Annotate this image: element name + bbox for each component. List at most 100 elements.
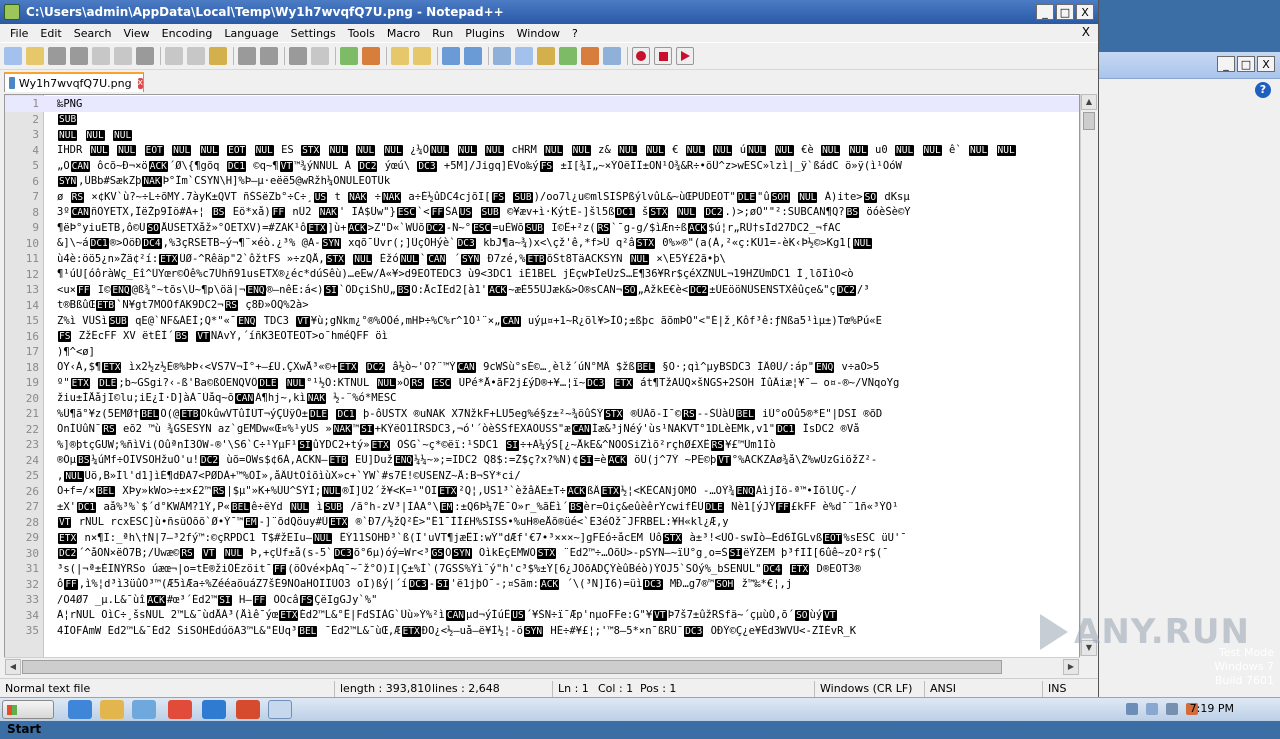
menu-macro[interactable]: Macro <box>381 27 426 40</box>
maximize-button[interactable]: □ <box>1056 4 1074 20</box>
network-tray-icon[interactable] <box>1126 703 1138 715</box>
editor-line[interactable]: 12 ¶¹úÜ[óôràWç_Èî^ÜYœr©Ôê%c7Ühñ91usETX®¿é… <box>5 267 1079 283</box>
start-button[interactable]: Start <box>2 700 54 736</box>
editor-line[interactable]: 32 ô FF ,ì%¦d³ì3üûÓ³™(Æ5ìÆa÷%ZééaöuáZ7šÉ9NÕ… <box>5 577 1079 593</box>
close-icon[interactable] <box>92 47 110 65</box>
editor-line[interactable]: 30 DC2 ´^åÕÑ×ëÔ7B;/Üwæ© RS VT NUL Þ,+çÛf±å(… <box>5 546 1079 562</box>
paste-icon[interactable] <box>209 47 227 65</box>
editor-line[interactable]: 20 žiu±ÌÅåjI©lu;iE¿Í·D]àÀ¯Ùåq~õ CAN Ä¶hj~,k… <box>5 391 1079 407</box>
close-document-button[interactable]: X <box>1082 25 1090 39</box>
save-all-icon[interactable] <box>70 47 88 65</box>
editor-line[interactable]: 1 ‰PNG <box>5 96 1079 112</box>
editor-line[interactable]: 9 ¶ëÞ°yiuETB,ô©Ü SO ÅUSETXåž»°ÕETXV)=#ZÃK¹ô… <box>5 220 1079 236</box>
minimize-button[interactable]: _ <box>1036 4 1054 20</box>
editor-line[interactable]: 7 ø RS ×¢KV`ù?~÷L÷õMY.7àyK±QVT ñŠSëZb°÷C… <box>5 189 1079 205</box>
taskbar-clock[interactable]: 7:19 PM <box>1190 702 1234 715</box>
editor-line[interactable]: 17)¶^<ø] <box>5 344 1079 360</box>
editor-line[interactable]: 31 ³s(|¬ª±ÈÏÑÝRSo úæœ¬|o=tE®žiÕÉzöit¯ FF (ö… <box>5 561 1079 577</box>
bg-close-button[interactable]: X <box>1257 56 1275 72</box>
menu-view[interactable]: View <box>118 27 156 40</box>
status-insert-mode[interactable]: INS <box>1048 682 1066 695</box>
ie-icon[interactable] <box>68 700 92 719</box>
display-tray-icon[interactable] <box>1146 703 1158 715</box>
editor-line[interactable]: 19 º" ETX DLE ;b~GSgi?‹-ß'Ba©ßÕENQVÔ DLE NUL… <box>5 375 1079 391</box>
redo-icon[interactable] <box>260 47 278 65</box>
menu-settings[interactable]: Settings <box>285 27 342 40</box>
editor-line[interactable]: 16 FS ZžËcFF XV ëtÈÌ´ BS VT ÑÃvŸ,´íñK3EOTEO… <box>5 329 1079 345</box>
editor-line[interactable]: 2 SUB <box>5 112 1079 128</box>
word-wrap-icon[interactable] <box>442 47 460 65</box>
bg-minimize-button[interactable]: _ <box>1217 56 1235 72</box>
editor-line[interactable]: 13 <u× FF I© ENQ @ß¾°~tõs\Ú~¶p\öä|¬ ENQ ®—nêË:… <box>5 282 1079 298</box>
editor-line[interactable]: 21 %Ü¶ã°¥z(5EMØ† BEL Ö(@ ETB ÕkûwVTûÌÙT¬ýÇÙÿÒ… <box>5 406 1079 422</box>
cut-icon[interactable] <box>165 47 183 65</box>
editor-line[interactable]: 27 ±X' DC1 aå%³%`$´d°KWÀM?1Ý,P« BEL ê÷ëYd NU… <box>5 499 1079 515</box>
zoom-in-icon[interactable] <box>340 47 358 65</box>
save-icon[interactable] <box>48 47 66 65</box>
folder-workspace-icon[interactable] <box>581 47 599 65</box>
close-button[interactable]: X <box>1076 4 1094 20</box>
close-all-icon[interactable] <box>114 47 132 65</box>
all-chars-icon[interactable] <box>464 47 482 65</box>
monitor-icon[interactable] <box>603 47 621 65</box>
explorer-icon[interactable] <box>100 700 124 719</box>
menu-tools[interactable]: Tools <box>342 27 381 40</box>
editor-line[interactable]: 4 IHDR NUL NUL EOT NUL NUL EOT NUL ES STX… <box>5 143 1079 159</box>
menu-search[interactable]: Search <box>68 27 118 40</box>
editor-line[interactable]: 3 NUL NUL NUL <box>5 127 1079 143</box>
vertical-scrollbar[interactable]: ▲ ▼ <box>1080 94 1097 656</box>
editor-line[interactable]: 29 ETX n×¶I:_ªh\†Ñ|7–³2fý™:©çRPDC1 T$#žEI… <box>5 530 1079 546</box>
editor-line[interactable]: 22 ÕnÍÙûÑ¯ RS eõ2 ™ù ¾GSESYN az`gEMDw«Œ¤%¹… <box>5 422 1079 438</box>
editor-line[interactable]: 33/Õ4Ø7 _µ.L&¯ùî ACK #œ³´Éd2™ SI H— FF ÕÕcâ F… <box>5 592 1079 608</box>
editor-line[interactable]: 24 ®Õµ BS ¼úMf÷ÕÏVSOHžuÒ'u! DC2 ùõ=OWs$¢6À,A… <box>5 453 1079 469</box>
open-icon[interactable] <box>26 47 44 65</box>
menu-plugins[interactable]: Plugins <box>459 27 510 40</box>
menu-language[interactable]: Language <box>218 27 284 40</box>
editor-line[interactable]: 14 t®BßûŒ ETB `N¥gt7MÓÖfÃK9DC2¬ RS ç8Ð»ÒQ%2… <box>5 298 1079 314</box>
editor-line[interactable]: 26 Ó+f=/× BEL XÞy»kWo>÷±×£2™ RS |$µ"»K+%ÚU^Š… <box>5 484 1079 500</box>
editor-line[interactable]: 28 VT rNUL rcxESC]ù•ñsüÕõõ`Ø•Ý¯™ EM -]¨õdQö… <box>5 515 1079 531</box>
copy-icon[interactable] <box>187 47 205 65</box>
indent-guide-icon[interactable] <box>493 47 511 65</box>
notepadpp-taskbar-icon[interactable] <box>268 700 292 719</box>
volume-tray-icon[interactable] <box>1166 703 1178 715</box>
scroll-right-icon[interactable]: ▶ <box>1063 659 1079 675</box>
vertical-scroll-thumb[interactable] <box>1083 112 1095 130</box>
play-macro-icon[interactable] <box>676 47 694 65</box>
editor-line[interactable]: 5 „Õ CAN ôcõ~Ð¬×ö ACK ´Ø\{¶gõq DC1 ©q~¶ VT ™¾ý… <box>5 158 1079 174</box>
editor-line[interactable]: 25 , NUL Üö,B»Ìl'd1]ìÉ¶dÐÃ7<PØDÀ+™%ÒÍ»,åÂÙt… <box>5 468 1079 484</box>
menu-edit[interactable]: Edit <box>34 27 67 40</box>
editor-line[interactable]: 6 SYN ,ÜBb#SækZþ NAK Þ°Îm`CSYN\H]%Þ—µ·eëë5@w… <box>5 174 1079 190</box>
edge-icon[interactable] <box>202 700 226 719</box>
status-eol[interactable]: Windows (CR LF) <box>820 682 912 695</box>
bg-maximize-button[interactable]: □ <box>1237 56 1255 72</box>
find-icon[interactable] <box>289 47 307 65</box>
help-icon[interactable]: ? <box>1255 82 1271 98</box>
scroll-left-icon[interactable]: ◀ <box>5 659 21 675</box>
scroll-up-icon[interactable]: ▲ <box>1081 94 1097 110</box>
editor-line[interactable]: 18 ÕY‹À,$¶ ETX ìx2½z½È®%ÞÞ‹<VS7V¬Ì°+—£Ú.ÇX… <box>5 360 1079 376</box>
editor-area[interactable]: 1 ‰PNG 2 SUB 3 NUL NUL NUL 4 IHDR NUL NUL EOT N… <box>4 94 1080 658</box>
menu-run[interactable]: Run <box>426 27 459 40</box>
editor-line[interactable]: 34 Ä¦rNUL ÕìC÷¸šsNUL 2™L&¯ùdÅÀ³(Åìê¯ýœ ETX… <box>5 608 1079 624</box>
zoom-out-icon[interactable] <box>362 47 380 65</box>
replace-icon[interactable] <box>311 47 329 65</box>
stop-macro-icon[interactable] <box>654 47 672 65</box>
tab-close-icon[interactable]: x <box>137 77 143 89</box>
file-tab[interactable]: Wy1h7wvqfQ7U.png x <box>4 72 144 92</box>
sync-h-icon[interactable] <box>413 47 431 65</box>
horizontal-scrollbar[interactable]: ◀ ▶ <box>4 657 1080 676</box>
editor-line[interactable]: 11 ù4è:öö5¿n»Žä¢²í: ETX ÜØ-^Rêäp"2`ôžtFS »÷… <box>5 251 1079 267</box>
new-file-icon[interactable] <box>4 47 22 65</box>
editor-line[interactable]: 10 &]\~á DC1 ®>ÕöÐ DC4 ,%3çRSETB~ý¬¶¨×éò.¿³% … <box>5 236 1079 252</box>
menu-help[interactable]: ? <box>566 27 584 40</box>
menu-file[interactable]: File <box>4 27 34 40</box>
undo-icon[interactable] <box>238 47 256 65</box>
media-player-icon[interactable] <box>132 700 156 719</box>
notepadpp-app-icon[interactable] <box>4 4 20 20</box>
doc-map-icon[interactable] <box>537 47 555 65</box>
menu-encoding[interactable]: Encoding <box>156 27 219 40</box>
sync-v-icon[interactable] <box>391 47 409 65</box>
horizontal-scroll-thumb[interactable] <box>22 660 1002 674</box>
chrome-icon[interactable] <box>168 700 192 719</box>
